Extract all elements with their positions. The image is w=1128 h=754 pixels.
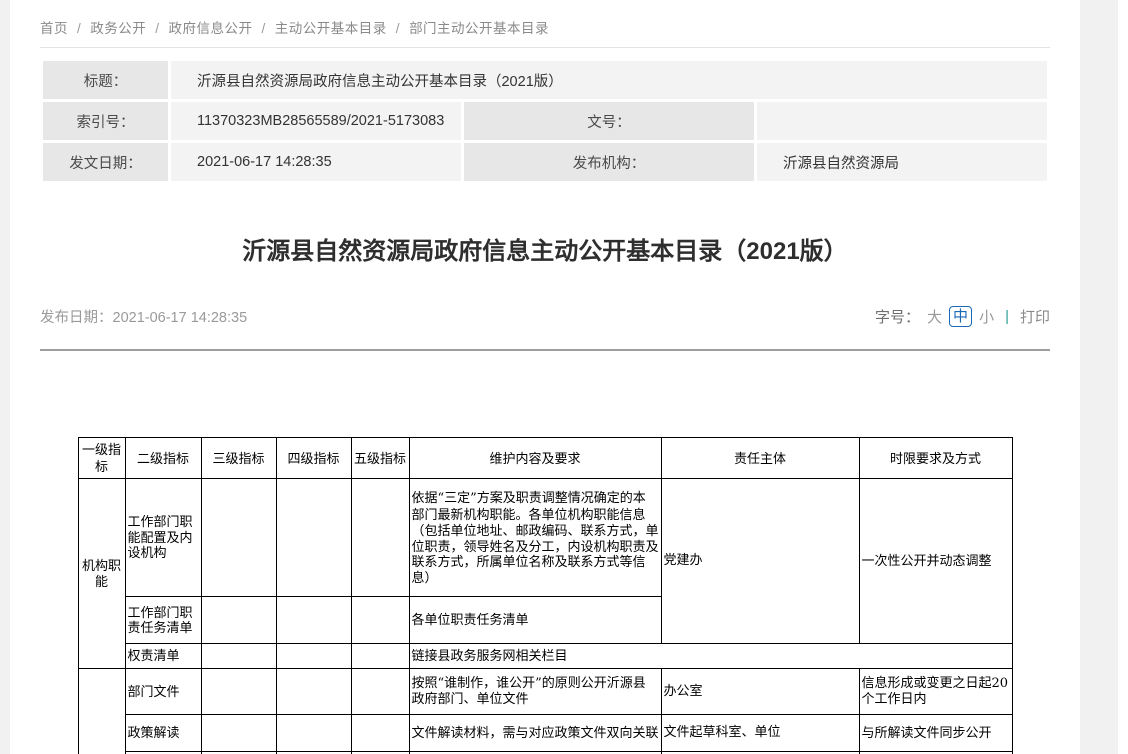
fontsize-medium-button[interactable]: 中 [949,306,972,327]
header-content: 维护内容及要求 [409,438,661,479]
cell-content: 各单位职责任务清单 [409,597,661,644]
breadcrumb-separator: / [262,21,266,36]
cell-level1-jigou: 机构职能 [78,479,125,669]
article-divider [40,349,1050,351]
breadcrumb-dept-catalog[interactable]: 部门主动公开基本目录 [409,21,549,36]
fontsize-large-button[interactable]: 大 [927,306,942,327]
empty-cell [201,644,276,669]
catalog-table: 一级指标 二级指标 三级指标 四级指标 五级指标 维护内容及要求 责任主体 时限… [78,437,1013,754]
doc-number-label: 文号： [464,102,754,140]
empty-cell [351,597,409,644]
publish-date-value: 2021-06-17 14:28:35 [113,310,248,326]
meta-row-title: 标题： 沂源县自然资源局政府信息主动公开基本目录（2021版） [43,61,1047,99]
cell-responsible: 党建办 [661,479,859,644]
empty-cell [276,644,351,669]
issuing-agency-value: 沂源县自然资源局 [757,143,1047,181]
meta-row-index: 索引号： 11370323MB28565589/2021-5173083 文号： [43,102,1047,140]
breadcrumb-info-disclosure[interactable]: 政府信息公开 [169,21,253,36]
breadcrumb-separator: / [396,21,400,36]
header-level5: 五级指标 [351,438,409,479]
cell-level2: 部门文件 [125,669,201,715]
empty-cell [351,715,409,752]
index-number-value: 11370323MB28565589/2021-5173083 [171,102,461,140]
page-title: 沂源县自然资源局政府信息主动公开基本目录（2021版） [40,236,1050,268]
table-row: 机构职能 工作部门职能配置及内设机构 依据“三定”方案及职责调整情况确定的本部门… [78,479,1012,597]
cell-time-limit: 一次性公开并动态调整 [859,479,1012,644]
header-level3: 三级指标 [201,438,276,479]
cell-level2: 政策解读 [125,715,201,752]
empty-cell [276,597,351,644]
header-time-limit: 时限要求及方式 [859,438,1012,479]
cell-level2: 工作部门职能配置及内设机构 [125,479,201,597]
catalog-header-row: 一级指标 二级指标 三级指标 四级指标 五级指标 维护内容及要求 责任主体 时限… [78,438,1012,479]
empty-cell [201,715,276,752]
document-meta-table: 标题： 沂源县自然资源局政府信息主动公开基本目录（2021版） 索引号： 113… [40,58,1050,184]
issuing-agency-label: 发布机构： [464,143,754,181]
cell-responsible: 办公室 [661,669,859,715]
publish-date-label: 发布日期： [40,310,113,326]
print-button[interactable]: 打印 [1020,306,1050,327]
fontsize-label: 字号： [875,306,920,327]
cell-content: 链接县政务服务网相关栏目 [409,644,1012,669]
cell-time-limit: 与所解读文件同步公开 [859,715,1012,752]
empty-cell [276,669,351,715]
cell-responsible: 文件起草科室、单位 [661,715,859,752]
header-level2: 二级指标 [125,438,201,479]
issue-date-label: 发文日期： [43,143,168,181]
empty-cell [201,597,276,644]
breadcrumb-separator: / [77,21,81,36]
content-panel: 首页 / 政务公开 / 政府信息公开 / 主动公开基本目录 / 部门主动公开基本目录 标题： 沂… [10,0,1080,754]
cell-time-limit: 信息形成或变更之日起20个工作日内 [859,669,1012,715]
cell-level1-empty [78,669,125,754]
fontsize-print-divider: | [1005,308,1009,325]
breadcrumb-home[interactable]: 首页 [40,21,68,36]
empty-cell [201,669,276,715]
header-level4: 四级指标 [276,438,351,479]
cell-content: 依据“三定”方案及职责调整情况确定的本部门最新机构职能。各单位机构职能信息（包括… [409,479,661,597]
header-responsible: 责任主体 [661,438,859,479]
publish-date: 发布日期：2021-06-17 14:28:35 [40,306,247,327]
breadcrumb: 首页 / 政务公开 / 政府信息公开 / 主动公开基本目录 / 部门主动公开基本目录 [40,0,1050,37]
title-label: 标题： [43,61,168,99]
cell-content: 按照“谁制作，谁公开”的原则公开沂源县政府部门、单位文件 [409,669,661,715]
table-row: 权责清单 链接县政务服务网相关栏目 [78,644,1012,669]
empty-cell [351,479,409,597]
empty-cell [276,479,351,597]
empty-cell [351,644,409,669]
cell-level2: 权责清单 [125,644,201,669]
breadcrumb-divider [40,47,1050,48]
breadcrumb-separator: / [155,21,159,36]
title-value: 沂源县自然资源局政府信息主动公开基本目录（2021版） [171,61,1047,99]
scrollbar[interactable] [1118,0,1128,754]
doc-number-value [757,102,1047,140]
fontsize-small-button[interactable]: 小 [979,306,994,327]
header-level1: 一级指标 [78,438,125,479]
cell-content: 文件解读材料，需与对应政策文件双向关联 [409,715,661,752]
article-meta-line: 发布日期：2021-06-17 14:28:35 字号： 大 中 小 | 打印 [40,306,1050,327]
cell-level2: 工作部门职责任务清单 [125,597,201,644]
empty-cell [351,669,409,715]
meta-row-date: 发文日期： 2021-06-17 14:28:35 发布机构： 沂源县自然资源局 [43,143,1047,181]
breadcrumb-basic-catalog[interactable]: 主动公开基本目录 [275,21,387,36]
table-row: 政策解读 文件解读材料，需与对应政策文件双向关联 文件起草科室、单位 与所解读文… [78,715,1012,752]
table-row: 部门文件 按照“谁制作，谁公开”的原则公开沂源县政府部门、单位文件 办公室 信息… [78,669,1012,715]
fontsize-controls: 字号： 大 中 小 | 打印 [875,306,1050,327]
empty-cell [276,715,351,752]
issue-date-value: 2021-06-17 14:28:35 [171,143,461,181]
index-number-label: 索引号： [43,102,168,140]
empty-cell [201,479,276,597]
breadcrumb-zhengwu[interactable]: 政务公开 [90,21,146,36]
